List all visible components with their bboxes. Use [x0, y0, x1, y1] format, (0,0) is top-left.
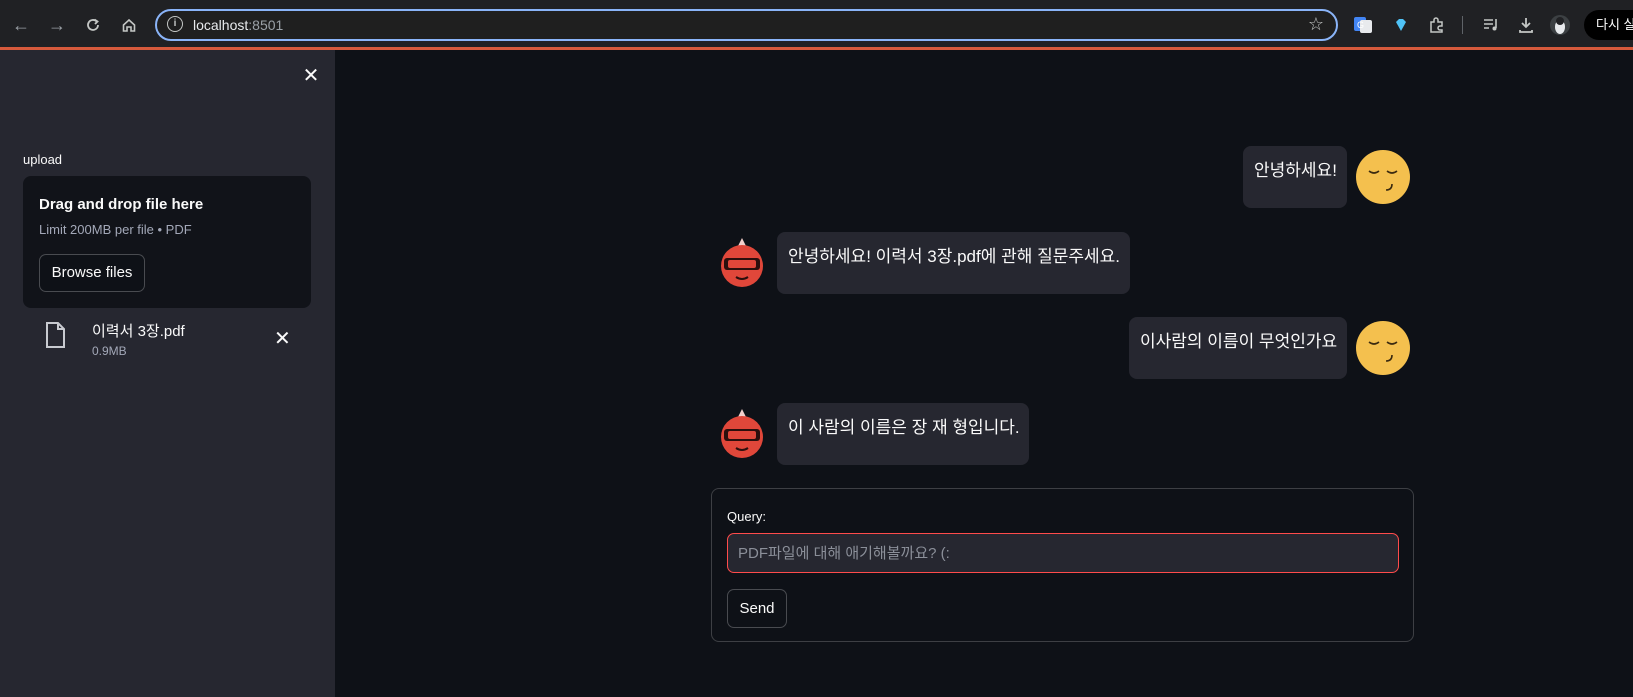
sidebar: ✕ upload Drag and drop file here Limit 2… [0, 50, 335, 697]
file-icon [45, 322, 65, 353]
send-button[interactable]: Send [727, 589, 787, 628]
query-input[interactable] [727, 533, 1399, 573]
url-text: localhost:8501 [193, 17, 284, 33]
file-name: 이력서 3장.pdf [92, 323, 185, 340]
svg-text:G: G [1357, 20, 1364, 30]
download-icon[interactable] [1513, 12, 1539, 38]
dropzone-title: Drag and drop file here [39, 196, 204, 213]
gem-extension-icon[interactable] [1388, 12, 1414, 38]
file-dropzone[interactable]: Drag and drop file here Limit 200MB per … [23, 176, 311, 308]
smiley-avatar-icon [1356, 321, 1410, 375]
query-label: Query: [727, 509, 767, 524]
extensions-puzzle-icon[interactable] [1424, 12, 1450, 38]
reload-icon[interactable] [80, 12, 106, 38]
bookmark-star-icon[interactable]: ☆ [1308, 14, 1324, 35]
close-sidebar-icon[interactable]: ✕ [300, 65, 322, 87]
robot-avatar-icon [718, 236, 766, 290]
home-icon[interactable] [116, 12, 142, 38]
address-bar[interactable]: i localhost:8501 ☆ [155, 9, 1338, 41]
remove-file-icon[interactable]: ✕ [274, 326, 291, 351]
message-bubble: 이사람의 이름이 무엇인가요 [1129, 317, 1347, 379]
forward-icon[interactable]: → [44, 12, 70, 38]
media-control-icon[interactable] [1478, 12, 1504, 38]
dropzone-limit: Limit 200MB per file • PDF [39, 222, 192, 237]
browse-files-button[interactable]: Browse files [39, 254, 145, 292]
robot-avatar-icon [718, 407, 766, 461]
message-bubble: 안녕하세요! [1243, 146, 1347, 208]
smiley-avatar-icon [1356, 150, 1410, 204]
site-info-icon[interactable]: i [167, 16, 183, 32]
uploaded-file-item: 이력서 3장.pdf 0.9MB ✕ [23, 312, 311, 368]
browser-toolbar: ← → i localhost:8501 ☆ G 다시 실 [0, 0, 1633, 50]
message-bubble: 안녕하세요! 이력서 3장.pdf에 관해 질문주세요. [777, 232, 1130, 294]
relaunch-button[interactable]: 다시 실 [1584, 10, 1633, 40]
file-size: 0.9MB [92, 344, 127, 358]
translate-extension-icon[interactable]: G [1350, 12, 1376, 38]
profile-avatar-icon[interactable] [1547, 12, 1573, 38]
upload-label: upload [23, 152, 63, 167]
toolbar-divider [1462, 16, 1463, 34]
back-icon[interactable]: ← [8, 12, 34, 38]
message-bubble: 이 사람의 이름은 장 재 형입니다. [777, 403, 1029, 465]
query-form: Query: Send [711, 488, 1414, 642]
